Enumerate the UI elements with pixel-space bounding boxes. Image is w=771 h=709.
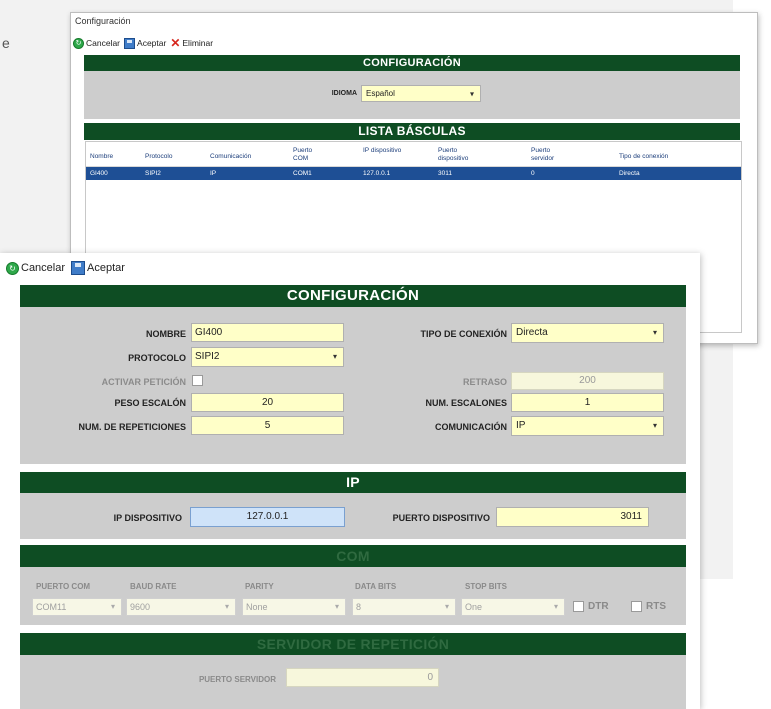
column-header[interactable]: Nombre [90,153,113,161]
column-header[interactable]: Protocolo [145,153,172,161]
stray-text: e [2,35,10,51]
data-bits-label: DATA BITS [355,582,397,591]
protocol-select[interactable]: SIPI2 ▾ [191,347,344,367]
save-icon [71,261,86,275]
com-port-label: PUERTO COM [36,582,91,591]
refresh-icon: ↻ [73,37,84,49]
accept-button[interactable]: Aceptar [124,37,166,49]
step-weight-label: PESO ESCALÓN [114,398,186,408]
delay-field[interactable]: 200 [511,372,664,390]
server-port-label: PUERTO SERVIDOR [198,675,276,684]
delay-label: RETRASO [462,377,507,387]
baud-rate-select[interactable]: 9600 ▾ [126,598,236,616]
chevron-down-icon: ▾ [444,602,449,611]
server-port-field[interactable]: 0 [286,668,439,687]
column-header[interactable]: Puerto dispositivo [438,147,482,163]
chevron-down-icon: ▾ [334,602,339,611]
stop-bits-label: STOP BITS [465,582,507,591]
table-cell: 127.0.0.1 [363,170,391,177]
parity-select[interactable]: None ▾ [242,598,346,616]
table-cell: Directa [619,170,640,177]
chevron-down-icon: ▾ [553,602,558,611]
step-weight-field[interactable]: 20 [191,393,344,412]
com-header: COM [20,545,686,567]
repetitions-field[interactable]: 5 [191,416,344,435]
column-header[interactable]: IP dispositivo [363,147,407,155]
accept-button[interactable]: Aceptar [71,261,125,275]
com-port-select[interactable]: COM11 ▾ [32,598,122,616]
steps-field[interactable]: 1 [511,393,664,412]
scale-config-window: ↻ Cancelar Aceptar CONFIGURACIÓN NOMBRE G… [0,253,700,709]
connection-type-select[interactable]: Directa ▾ [511,323,664,343]
device-ip-field[interactable]: 127.0.0.1 [190,507,345,527]
connection-type-label: TIPO DE CONEXIÓN [420,329,507,339]
dtr-checkbox[interactable] [573,601,584,612]
chevron-down-icon: ▾ [224,602,229,611]
window-title: Configuración [75,16,131,26]
cancel-button[interactable]: ↻ Cancelar [73,37,120,49]
protocol-label: PROTOCOLO [128,353,186,363]
chevron-down-icon: ▾ [469,89,474,98]
table-cell: IP [210,170,217,177]
device-port-field[interactable]: 3011 [496,507,649,527]
table-cell: 3011 [438,170,452,177]
table-cell: COM1 [293,170,312,177]
config-header: CONFIGURACIÓN [20,285,686,307]
table-header: Nombre Protocolo Comunicación Puerto COM… [86,142,741,167]
communication-label: COMUNICACIÓN [435,422,507,432]
column-header[interactable]: Tipo de conexión [619,153,668,161]
language-label: IDIOMA [331,90,357,97]
delete-button[interactable]: ✕ Eliminar [170,36,213,50]
refresh-icon: ↻ [6,261,19,275]
table-cell: 0 [531,170,535,177]
cancel-button[interactable]: ↻ Cancelar [6,261,65,275]
table-row[interactable]: GI400 SIPI2 IP COM1 127.0.0.1 3011 0 Dir… [86,167,741,180]
stop-bits-select[interactable]: One ▾ [461,598,565,616]
steps-label: NUM. ESCALONES [425,398,507,408]
chevron-down-icon: ▾ [332,352,337,361]
scale-list-header: LISTA BÁSCULAS [84,123,740,140]
com-section: PUERTO COM COM11 ▾ BAUD RATE 9600 ▾ PARITY… [20,567,686,625]
config-section: NOMBRE GI400 PROTOCOLO SIPI2 ▾ ACTIVAR PE… [20,307,686,464]
name-label: NOMBRE [146,329,186,339]
device-port-label: PUERTO DISPOSITIVO [392,513,490,523]
chevron-down-icon: ▾ [652,328,657,337]
chevron-down-icon: ▾ [110,602,115,611]
ip-section: IP DISPOSITIVO 127.0.0.1 PUERTO DISPOSIT… [20,493,686,539]
data-bits-select[interactable]: 8 ▾ [352,598,456,616]
delete-icon: ✕ [170,36,181,50]
save-icon [124,37,136,49]
device-ip-label: IP DISPOSITIVO [113,513,182,523]
communication-select[interactable]: IP ▾ [511,416,664,436]
server-section: PUERTO SERVIDOR 0 [20,655,686,709]
chevron-down-icon: ▾ [652,421,657,430]
repetitions-label: NUM. DE REPETICIONES [78,422,186,432]
table-cell: GI400 [90,170,108,177]
parity-label: PARITY [245,582,274,591]
rts-checkbox[interactable] [631,601,642,612]
language-select[interactable]: Español ▾ [361,85,481,102]
name-field[interactable]: GI400 [191,323,344,342]
rts-label: RTS [646,601,666,612]
column-header[interactable]: Puerto COM [293,147,325,163]
config-section: IDIOMA Español ▾ [84,71,740,119]
baud-rate-label: BAUD RATE [130,582,177,591]
table-cell: SIPI2 [145,170,161,177]
server-header: SERVIDOR DE REPETICIÓN [20,633,686,655]
enable-request-checkbox[interactable] [192,375,203,386]
toolbar: ↻ Cancelar Aceptar ✕ Eliminar [73,36,213,50]
config-header: CONFIGURACIÓN [84,55,740,71]
ip-header: IP [20,472,686,493]
column-header[interactable]: Puerto servidor [531,147,567,163]
enable-request-label: ACTIVAR PETICIÓN [101,377,186,387]
column-header[interactable]: Comunicación [210,153,251,161]
dtr-label: DTR [588,601,609,612]
toolbar: ↻ Cancelar Aceptar [6,259,125,277]
